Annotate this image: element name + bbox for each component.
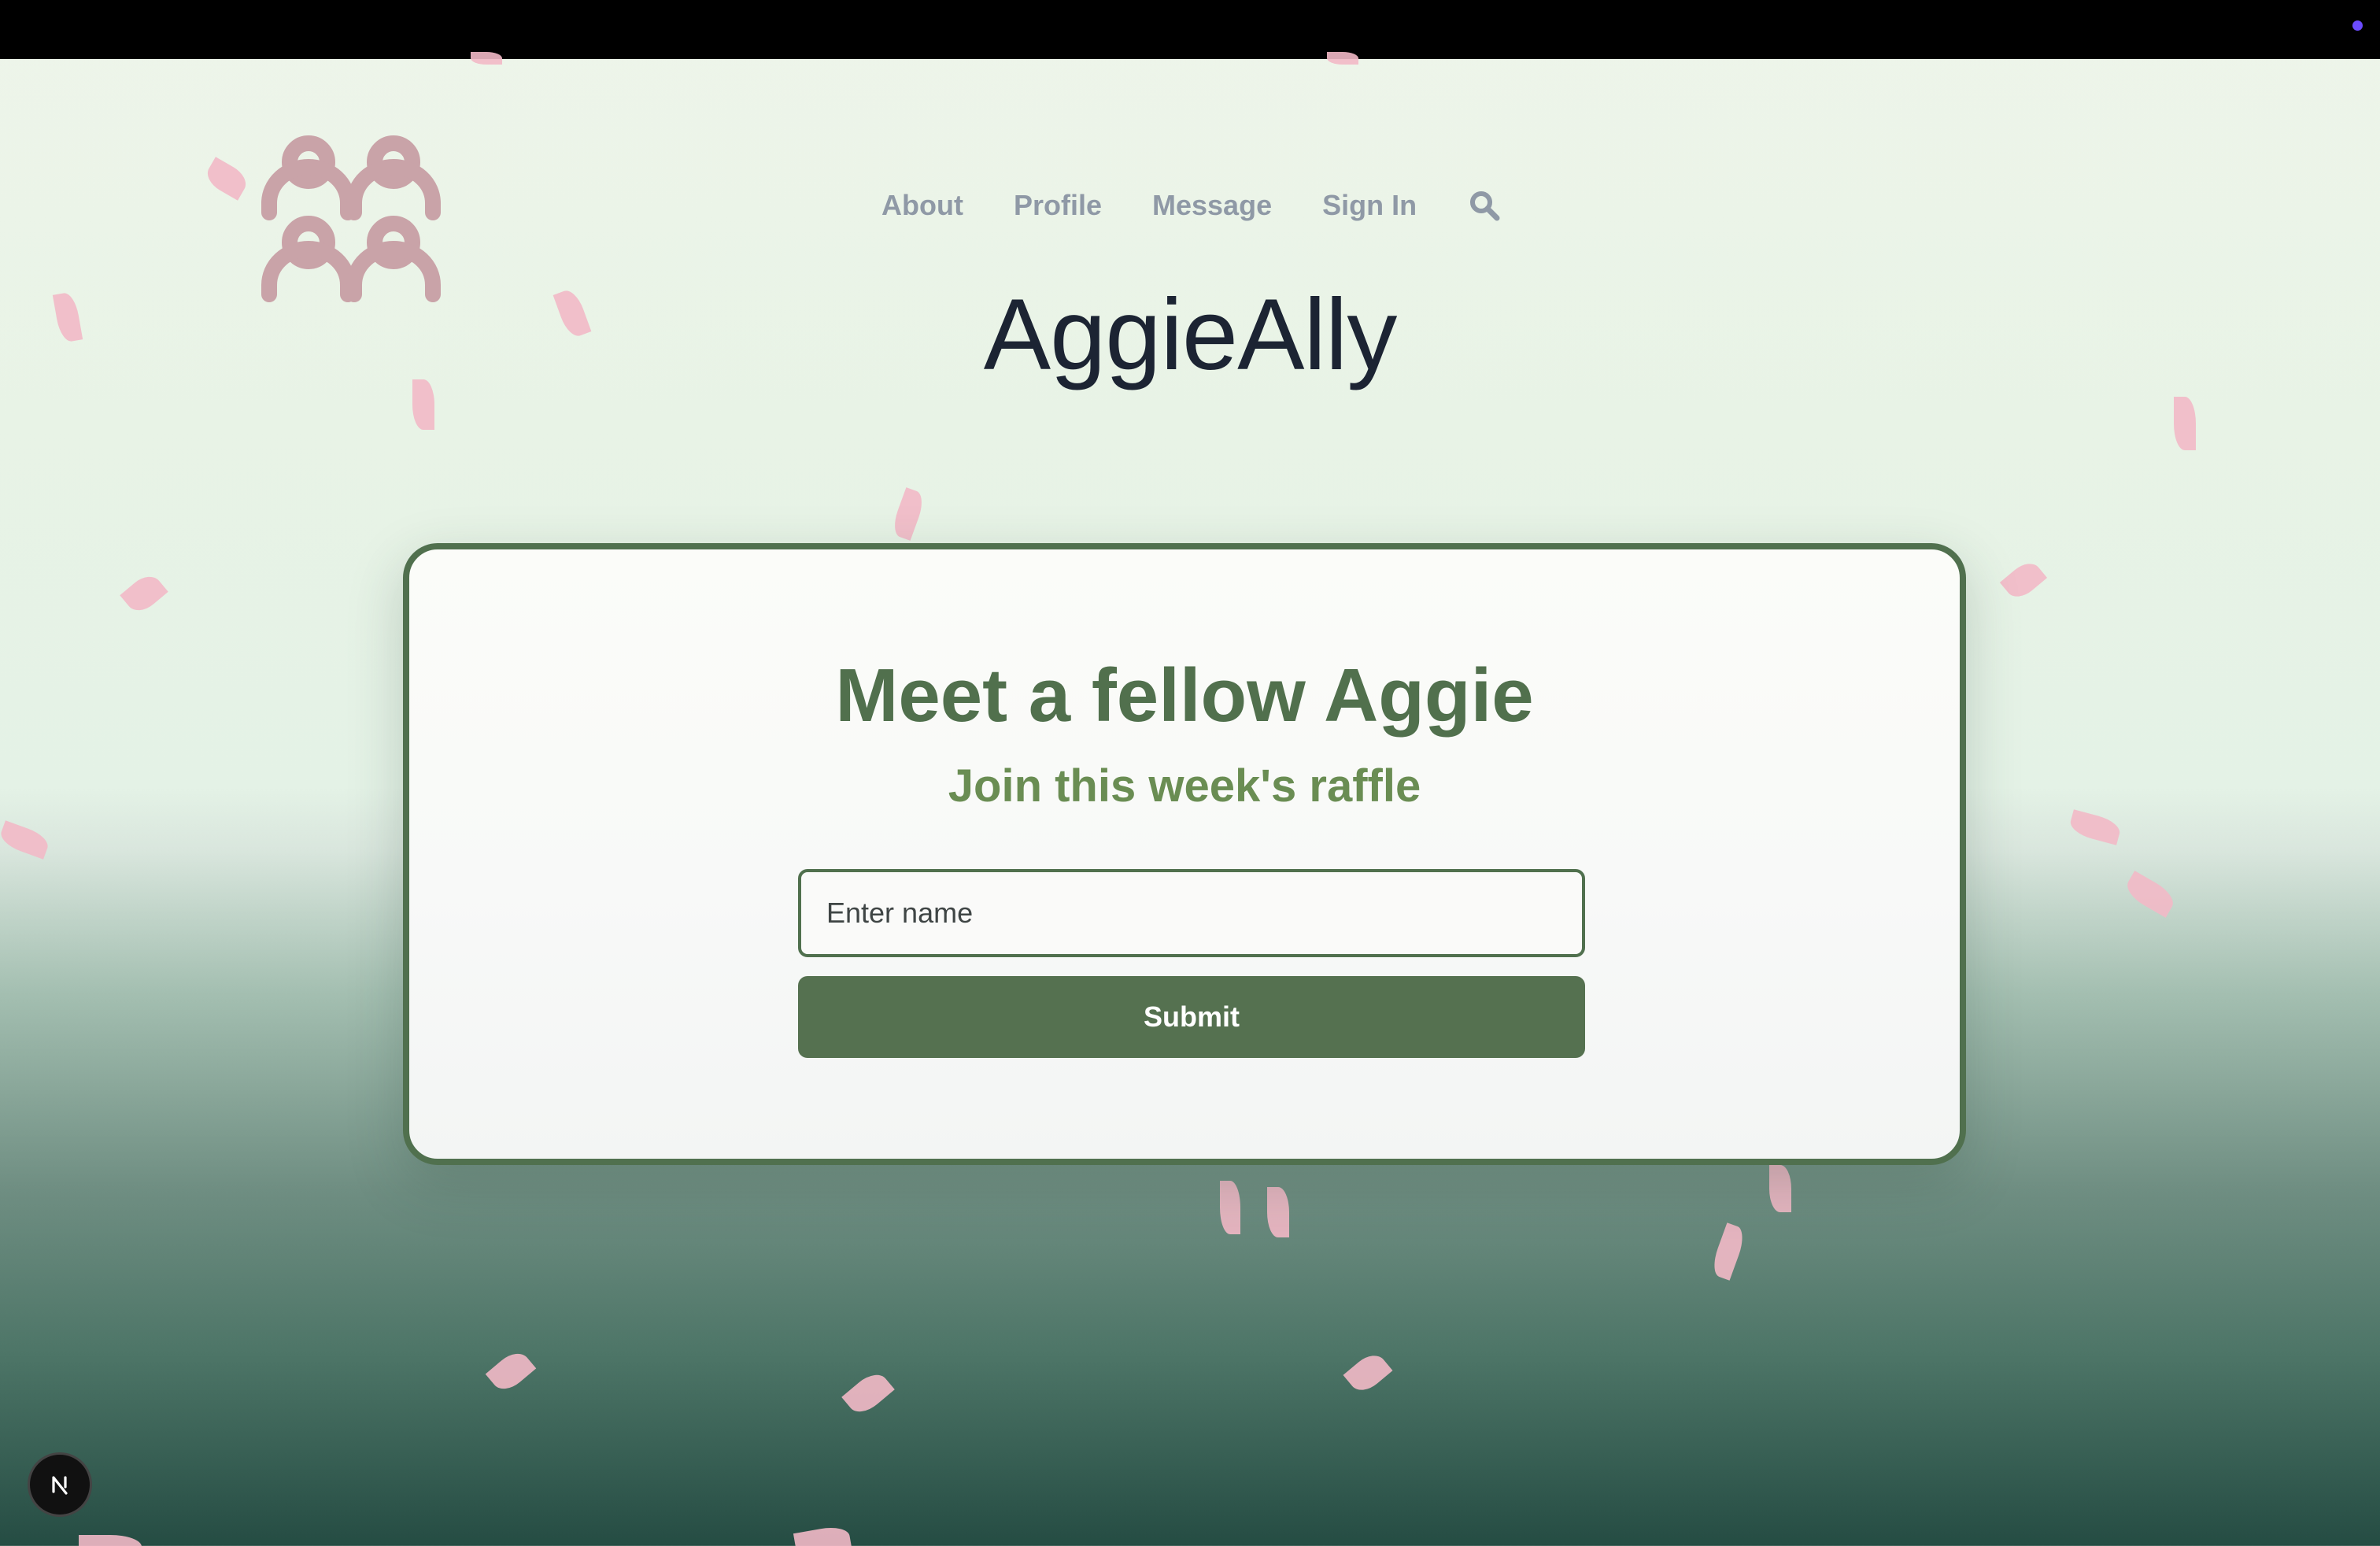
nav-message[interactable]: Message bbox=[1152, 189, 1272, 222]
site-logo[interactable] bbox=[253, 131, 447, 305]
petal-decoration bbox=[1267, 1187, 1289, 1237]
status-dot bbox=[2352, 20, 2363, 31]
petal-decoration bbox=[2068, 809, 2123, 845]
nextjs-logo-icon bbox=[52, 1476, 68, 1495]
raffle-card: Meet a fellow Aggie Join this week's raf… bbox=[403, 543, 1966, 1165]
petal-decoration bbox=[1709, 1222, 1748, 1281]
dev-tools-badge[interactable] bbox=[30, 1455, 90, 1515]
petal-decoration bbox=[793, 1524, 852, 1546]
petal-decoration bbox=[412, 379, 434, 430]
petal-decoration bbox=[1769, 1165, 1791, 1212]
petal-decoration bbox=[485, 1346, 537, 1396]
submit-button[interactable]: Submit bbox=[798, 976, 1585, 1058]
petal-decoration bbox=[1327, 52, 1358, 65]
petal-decoration bbox=[841, 1367, 895, 1419]
petal-decoration bbox=[1343, 1348, 1393, 1397]
main-nav: About Profile Message Sign In bbox=[881, 186, 1502, 225]
petal-decoration bbox=[1220, 1181, 1240, 1234]
petal-decoration bbox=[79, 1535, 142, 1546]
name-input[interactable] bbox=[798, 869, 1585, 957]
petal-decoration bbox=[2174, 397, 2196, 450]
card-subheading: Join this week's raffle bbox=[948, 760, 1421, 812]
petal-decoration bbox=[0, 820, 52, 860]
card-heading: Meet a fellow Aggie bbox=[835, 653, 1534, 738]
petal-decoration bbox=[471, 52, 502, 65]
petal-decoration bbox=[1999, 557, 2048, 604]
nav-about[interactable]: About bbox=[881, 189, 963, 222]
browser-top-bar bbox=[0, 0, 2380, 59]
search-button[interactable] bbox=[1467, 188, 1502, 223]
site-title: AggieAlly bbox=[983, 279, 1398, 391]
petal-decoration bbox=[2122, 871, 2179, 918]
petal-decoration bbox=[201, 157, 252, 201]
people-group-icon bbox=[261, 135, 441, 302]
petal-decoration bbox=[889, 487, 927, 541]
petal-decoration bbox=[120, 570, 168, 617]
search-icon bbox=[1470, 191, 1500, 221]
nav-profile[interactable]: Profile bbox=[1014, 189, 1102, 222]
nav-sign-in[interactable]: Sign In bbox=[1322, 189, 1417, 222]
